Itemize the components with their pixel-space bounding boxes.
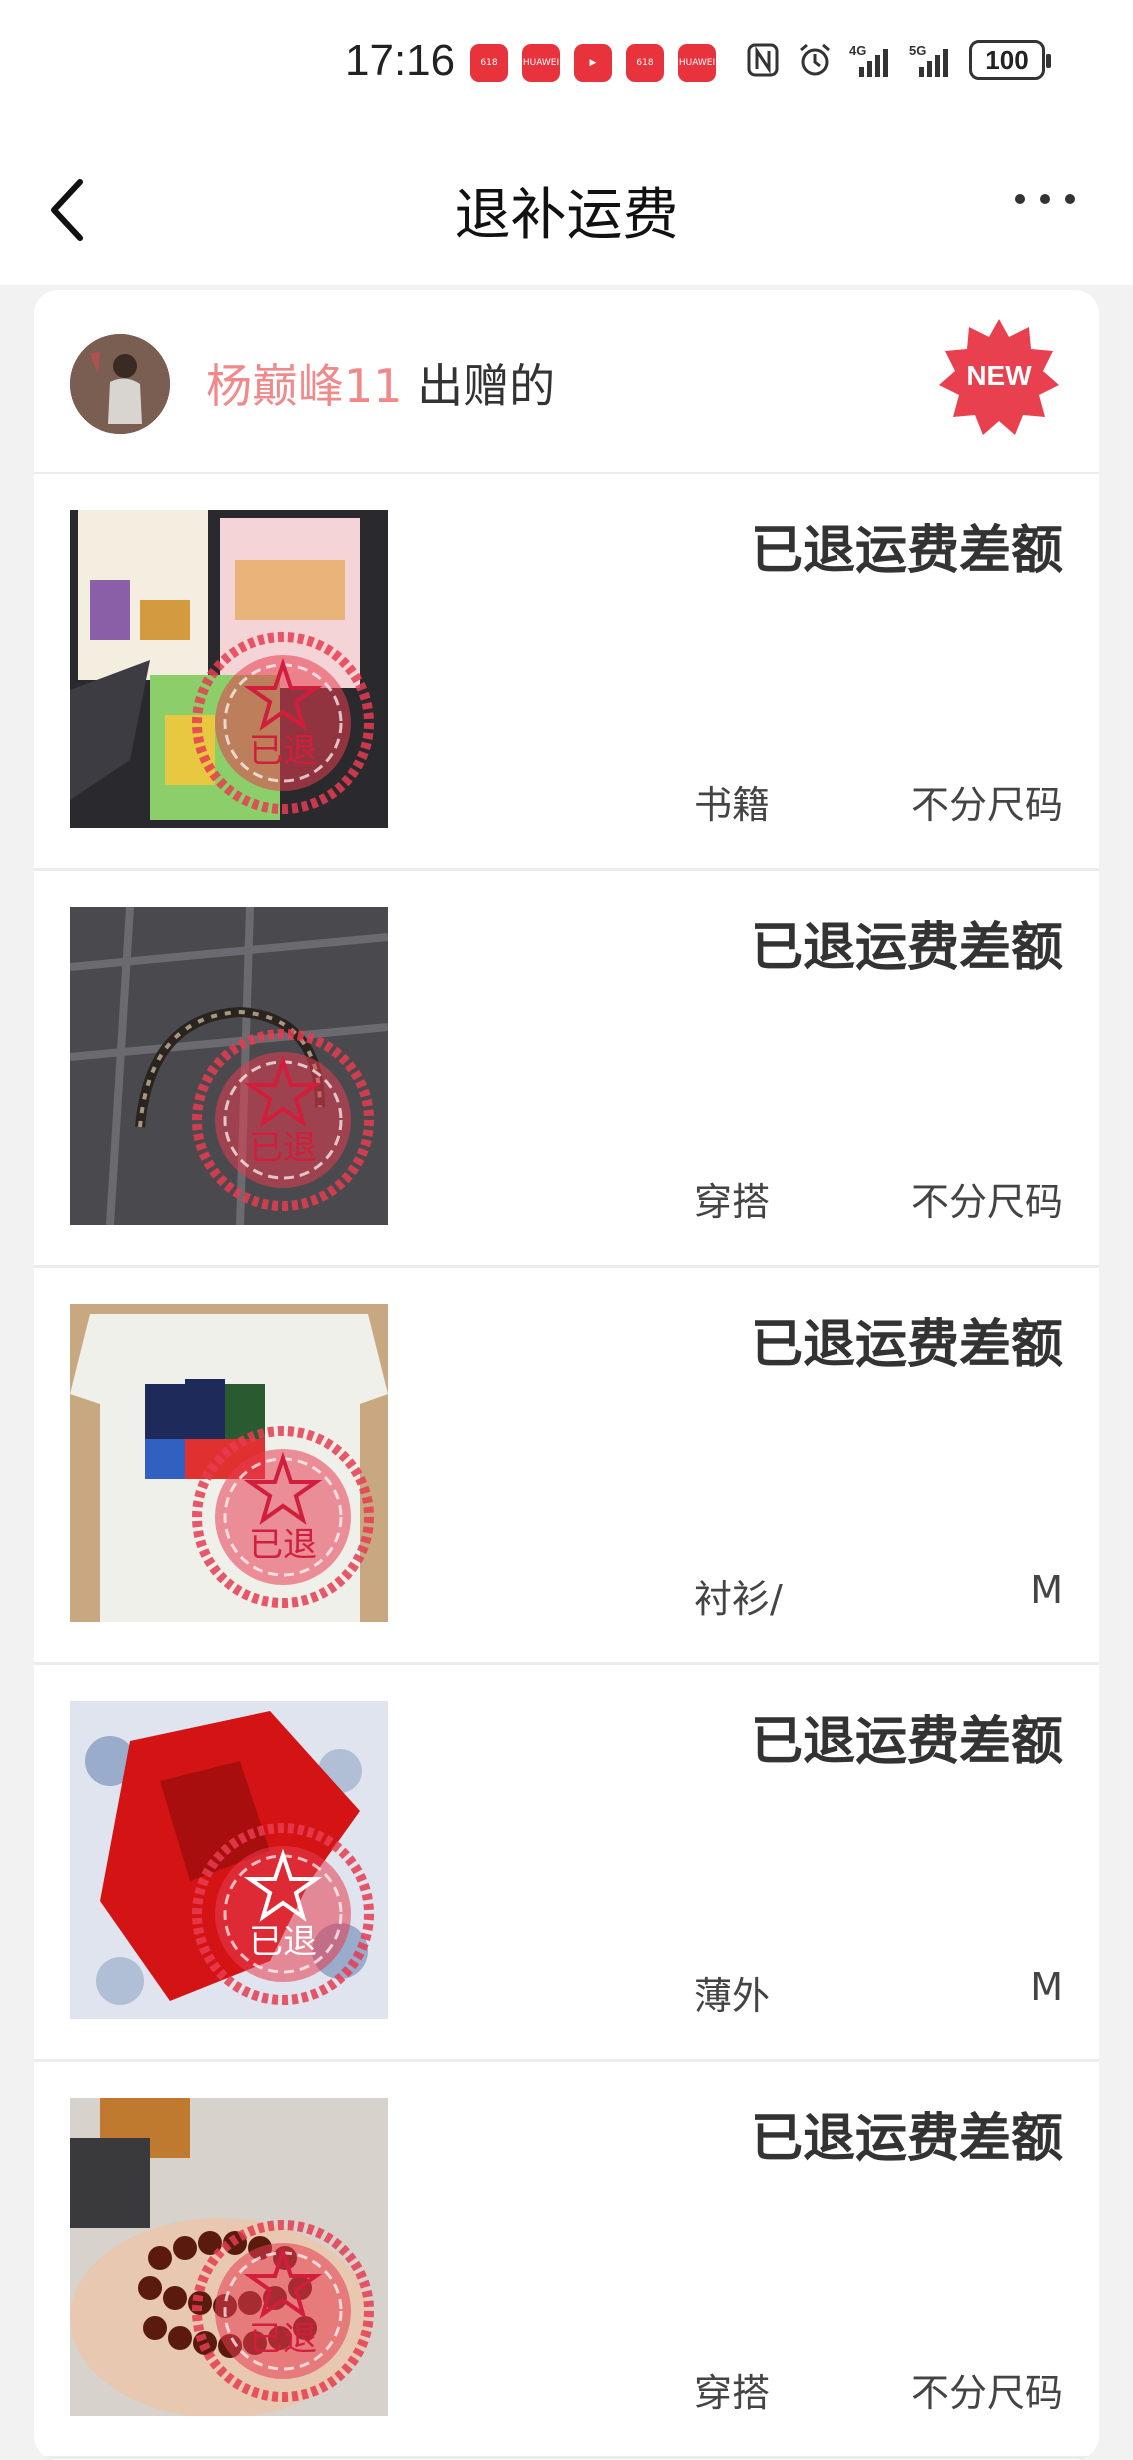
refunded-stamp: 已退 (192, 1029, 374, 1211)
huawei-store-app-icon: HUAWEI (522, 44, 560, 82)
item-thumbnail-books[interactable]: 已退 (70, 510, 388, 828)
notification-app-icons: 618 HUAWEI ▶ 618 HUAWEI (470, 44, 716, 82)
618-shopping-app-icon: 618 (626, 44, 664, 82)
status-bar: 17:16 618 HUAWEI ▶ 618 HUAWEI 4G 5G 100 (0, 0, 1133, 130)
item-status: 已退运费差额 (750, 918, 1063, 978)
item-category: 穿搭 (694, 2371, 771, 2415)
item-size: 不分尺码 (910, 2371, 1063, 2415)
refunded-stamp: 已退 (192, 1426, 374, 1608)
item-category: 穿搭 (694, 1180, 771, 1224)
svg-text:已退: 已退 (249, 1525, 317, 1565)
item-size: 不分尺码 (910, 1180, 1063, 1224)
item-status: 已退运费差额 (750, 521, 1063, 581)
svg-text:4G: 4G (849, 43, 866, 58)
item-thumbnail-tshirt[interactable]: 已退 (70, 1304, 388, 1622)
system-icons: 4G 5G 100 (745, 40, 1051, 80)
list-item[interactable]: 已退 已退运费差额 穿搭 不分尺码 (34, 871, 1099, 1268)
svg-text:已退: 已退 (249, 1922, 317, 1962)
item-size: M (1030, 1965, 1063, 2009)
list-item[interactable]: 已退 已退运费差额 书籍 不分尺码 (34, 474, 1099, 871)
list-item[interactable]: 已退 已退运费差额 薄外 M (34, 1665, 1099, 2062)
signal-5g-icon: 5G (909, 43, 948, 77)
list-item[interactable]: 已退 已退运费差额 衬衫/ M (34, 1268, 1099, 1665)
refund-card: 杨巅峰11 出赠的 NEW 已退 已退运费差额 书籍 不分尺码 已退 已退运费差… (34, 290, 1099, 2460)
sender-suffix: 出赠的 (417, 359, 556, 413)
navigation-bar: 退补运费 (0, 130, 1133, 285)
refunded-stamp: 已退 (192, 1823, 374, 2005)
more-options-icon[interactable] (1010, 184, 1080, 214)
item-status: 已退运费差额 (750, 1712, 1063, 1772)
item-category: 薄外 (694, 1974, 771, 2018)
svg-text:5G: 5G (909, 43, 926, 58)
signal-4g-icon: 4G (849, 43, 888, 77)
huawei-mall-app-icon: HUAWEI (678, 44, 716, 82)
nfc-icon (747, 43, 779, 77)
item-category: 衬衫/ (694, 1577, 783, 1621)
item-thumbnail-red-jacket[interactable]: 已退 (70, 1701, 388, 2019)
item-size: 不分尺码 (910, 783, 1063, 827)
item-thumbnail-headband[interactable]: 已退 (70, 907, 388, 1225)
refunded-stamp: 已退 (192, 632, 374, 814)
video-app-icon: ▶ (574, 44, 612, 82)
page-title: 退补运费 (454, 183, 679, 248)
alarm-icon (800, 43, 830, 76)
item-thumbnail-beads[interactable]: 已退 (70, 2098, 388, 2416)
sender-line: 杨巅峰11 出赠的 (206, 350, 555, 416)
svg-text:已退: 已退 (249, 2319, 317, 2359)
status-time: 17:16 (345, 36, 456, 85)
svg-text:NEW: NEW (966, 360, 1032, 391)
list-item[interactable]: 已退 已退运费差额 穿搭 不分尺码 (34, 2062, 1099, 2459)
refunded-stamp: 已退 (192, 2220, 374, 2402)
item-size: M (1030, 1568, 1063, 1612)
svg-text:已退: 已退 (249, 731, 317, 771)
item-status: 已退运费差额 (750, 1315, 1063, 1375)
battery-indicator: 100 (969, 40, 1051, 80)
svg-text:已退: 已退 (249, 1128, 317, 1168)
sender-name[interactable]: 杨巅峰11 (206, 359, 403, 413)
618-promo-app-icon: 618 (470, 44, 508, 82)
item-category: 书籍 (694, 783, 771, 827)
sender-header: 杨巅峰11 出赠的 NEW (34, 290, 1099, 474)
new-badge: NEW (939, 319, 1059, 435)
item-status: 已退运费差额 (750, 2109, 1063, 2169)
avatar[interactable] (70, 334, 170, 434)
